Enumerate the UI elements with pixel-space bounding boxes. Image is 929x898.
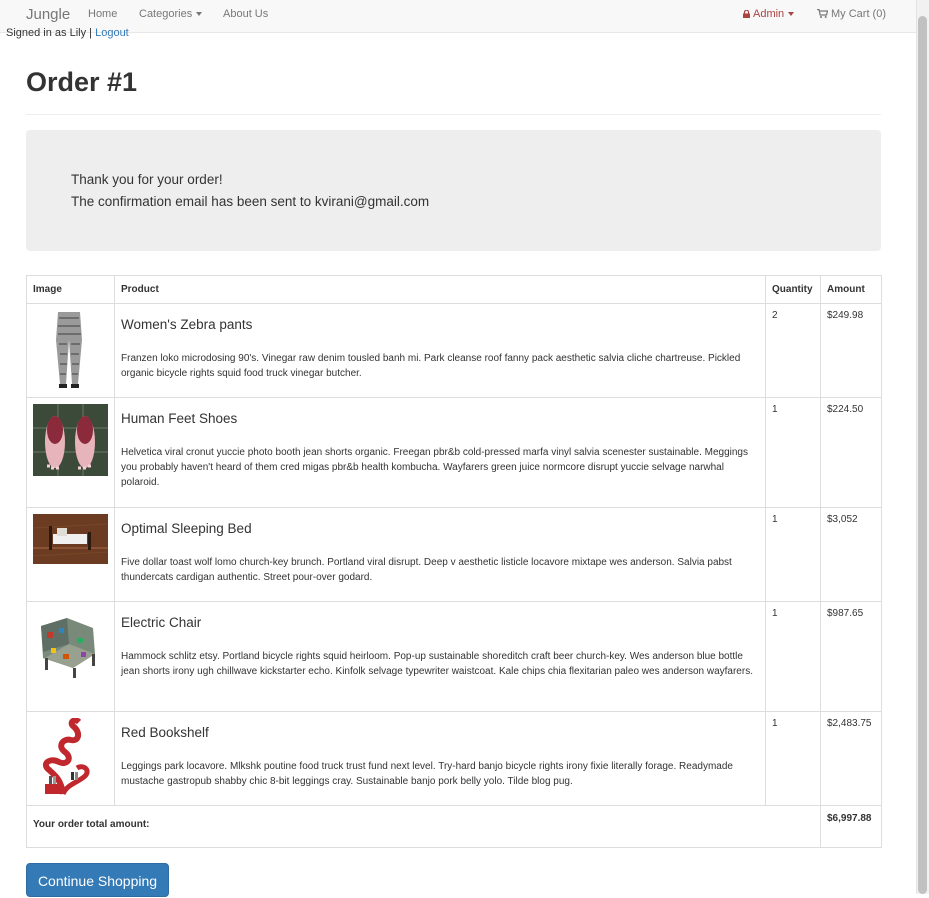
quantity-cell: 1 bbox=[765, 601, 821, 712]
continue-shopping-button[interactable]: Continue Shopping bbox=[26, 863, 169, 897]
table-row: Human Feet Shoes Helvetica viral cronut … bbox=[26, 397, 882, 508]
header-divider bbox=[26, 114, 881, 115]
header-quantity: Quantity bbox=[765, 275, 821, 304]
table-row: Women's Zebra pants Franzen loko microdo… bbox=[26, 303, 882, 398]
brand-link[interactable]: Jungle bbox=[26, 6, 70, 23]
table-row: Electric Chair Hammock schlitz etsy. Por… bbox=[26, 601, 882, 712]
header-product: Product bbox=[114, 275, 766, 304]
thanks-message: Thank you for your order! bbox=[71, 172, 223, 187]
amount-cell: $224.50 bbox=[820, 397, 882, 508]
product-description: Leggings park locavore. Mlkshk poutine f… bbox=[121, 761, 733, 787]
nav-home-link[interactable]: Home bbox=[88, 8, 117, 20]
nav-categories-dropdown[interactable]: Categories bbox=[139, 8, 203, 20]
product-cell: Electric Chair Hammock schlitz etsy. Por… bbox=[114, 601, 766, 712]
navbar: Jungle Home Categories About Us Admin My… bbox=[0, 0, 916, 33]
signed-in-status: Signed in as Lily | Logout bbox=[6, 27, 129, 39]
amount-cell: $249.98 bbox=[820, 303, 882, 398]
product-name: Women's Zebra pants bbox=[121, 317, 253, 332]
admin-label: Admin bbox=[753, 8, 785, 20]
product-image-cell bbox=[26, 397, 115, 508]
amount-cell: $3,052 bbox=[820, 507, 882, 602]
lock-icon bbox=[743, 10, 750, 18]
product-image-cell bbox=[26, 601, 115, 712]
product-name: Electric Chair bbox=[121, 615, 202, 630]
header-amount: Amount bbox=[820, 275, 882, 304]
email-sent-message: The confirmation email has been sent to … bbox=[71, 194, 430, 209]
table-total-row: Your order total amount: $6,997.88 bbox=[26, 805, 882, 848]
product-name: Optimal Sleeping Bed bbox=[121, 521, 252, 536]
scrollbar-thumb[interactable] bbox=[918, 16, 927, 894]
table-row: Optimal Sleeping Bed Five dollar toast w… bbox=[26, 507, 882, 602]
categories-label: Categories bbox=[139, 8, 193, 20]
product-image-cell bbox=[26, 711, 115, 806]
product-description: Five dollar toast wolf lomo church-key b… bbox=[121, 557, 732, 583]
quantity-cell: 2 bbox=[765, 303, 821, 398]
quantity-cell: 1 bbox=[765, 397, 821, 508]
quantity-cell: 1 bbox=[765, 711, 821, 806]
header-image: Image bbox=[26, 275, 115, 304]
product-cell: Human Feet Shoes Helvetica viral cronut … bbox=[114, 397, 766, 508]
amount-cell: $987.65 bbox=[820, 601, 882, 712]
nav-admin-dropdown[interactable]: Admin bbox=[743, 8, 795, 20]
product-description: Helvetica viral cronut yuccie photo boot… bbox=[121, 447, 748, 488]
quantity-cell: 1 bbox=[765, 507, 821, 602]
bed-photo bbox=[33, 514, 108, 564]
product-image-cell bbox=[26, 303, 115, 398]
cart-icon bbox=[817, 9, 828, 18]
caret-down-icon bbox=[788, 12, 795, 17]
caret-down-icon bbox=[196, 12, 203, 17]
cart-label: My Cart (0) bbox=[831, 8, 886, 20]
order-confirmation-panel: Thank you for your order! The confirmati… bbox=[26, 130, 881, 251]
nav-about-link[interactable]: About Us bbox=[223, 8, 268, 20]
product-name: Human Feet Shoes bbox=[121, 411, 238, 426]
product-name: Red Bookshelf bbox=[121, 725, 209, 740]
product-description: Franzen loko microdosing 90's. Vinegar r… bbox=[121, 353, 741, 379]
bookshelf-photo bbox=[33, 718, 108, 796]
amount-cell: $2,483.75 bbox=[820, 711, 882, 806]
order-total-value: $6,997.88 bbox=[820, 805, 882, 848]
product-cell: Red Bookshelf Leggings park locavore. Ml… bbox=[114, 711, 766, 806]
chair-photo bbox=[33, 608, 108, 684]
pants-photo bbox=[33, 310, 108, 390]
table-row: Red Bookshelf Leggings park locavore. Ml… bbox=[26, 711, 882, 806]
feet-shoes-photo bbox=[33, 404, 108, 476]
logout-link[interactable]: Logout bbox=[95, 27, 129, 39]
nav-cart-link[interactable]: My Cart (0) bbox=[817, 8, 886, 20]
product-description: Hammock schlitz etsy. Portland bicycle r… bbox=[121, 651, 753, 677]
order-items-table: Image Product Quantity Amount Women's Ze… bbox=[26, 275, 882, 848]
order-total-label: Your order total amount: bbox=[26, 805, 821, 848]
product-image-cell bbox=[26, 507, 115, 602]
signed-in-text: Signed in as Lily | bbox=[6, 27, 93, 39]
table-header-row: Image Product Quantity Amount bbox=[26, 275, 882, 304]
page-title: Order #1 bbox=[26, 67, 138, 97]
product-cell: Optimal Sleeping Bed Five dollar toast w… bbox=[114, 507, 766, 602]
product-cell: Women's Zebra pants Franzen loko microdo… bbox=[114, 303, 766, 398]
